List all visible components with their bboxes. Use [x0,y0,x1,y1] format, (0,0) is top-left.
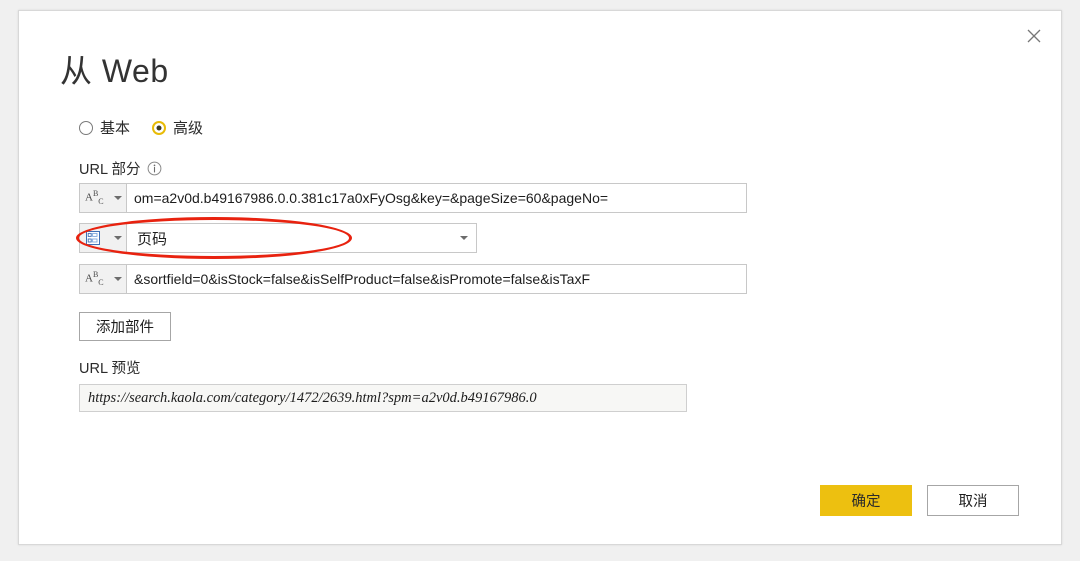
close-button[interactable] [1013,19,1055,53]
part-2-type-picker[interactable] [79,223,127,253]
url-parts-label: URL 部分 [79,158,162,179]
chevron-down-icon [114,196,122,200]
abc-text-type-icon: ABC [85,270,104,287]
from-web-dialog: 从 Web 基本 高级 URL 部分 ABC om=a2v0d.b4916798… [18,10,1062,545]
url-part-row-2: 页码 [79,223,477,253]
chevron-down-icon [460,236,468,240]
close-icon [1026,28,1042,44]
url-preview-value: https://search.kaola.com/category/1472/2… [79,384,687,412]
abc-text-type-icon: ABC [85,189,104,206]
radio-basic[interactable]: 基本 [79,117,130,138]
part-2-parameter-value: 页码 [137,230,168,248]
chevron-down-icon [114,277,122,281]
radio-basic-mark [79,120,93,135]
url-preview-label: URL 预览 [79,361,141,377]
mode-radio-group: 基本 高级 [79,117,203,138]
radio-advanced[interactable]: 高级 [152,117,203,138]
url-part-row-1: ABC om=a2v0d.b49167986.0.0.381c17a0xFyOs… [79,183,747,213]
add-part-button[interactable]: 添加部件 [79,312,171,341]
part-3-value-input[interactable]: &sortfield=0&isStock=false&isSelfProduct… [127,264,747,294]
page-title: 从 Web [60,53,169,89]
part-2-parameter-select[interactable]: 页码 [127,223,477,253]
radio-basic-label: 基本 [100,120,131,137]
part-1-type-picker[interactable]: ABC [79,183,127,213]
part-1-value-input[interactable]: om=a2v0d.b49167986.0.0.381c17a0xFyOsg&ke… [127,183,747,213]
info-circle-icon[interactable] [147,161,162,176]
url-parts-label-text: URL 部分 [79,162,141,178]
part-3-type-picker[interactable]: ABC [79,264,127,294]
chevron-down-icon [114,236,122,240]
cancel-button[interactable]: 取消 [927,485,1019,516]
url-part-row-3: ABC &sortfield=0&isStock=false&isSelfPro… [79,264,747,294]
dialog-footer: 确定 取消 [820,485,1019,516]
ok-button[interactable]: 确定 [820,485,912,516]
radio-advanced-label: 高级 [173,120,204,137]
radio-advanced-mark [152,120,167,135]
parameter-list-type-icon [85,230,101,246]
